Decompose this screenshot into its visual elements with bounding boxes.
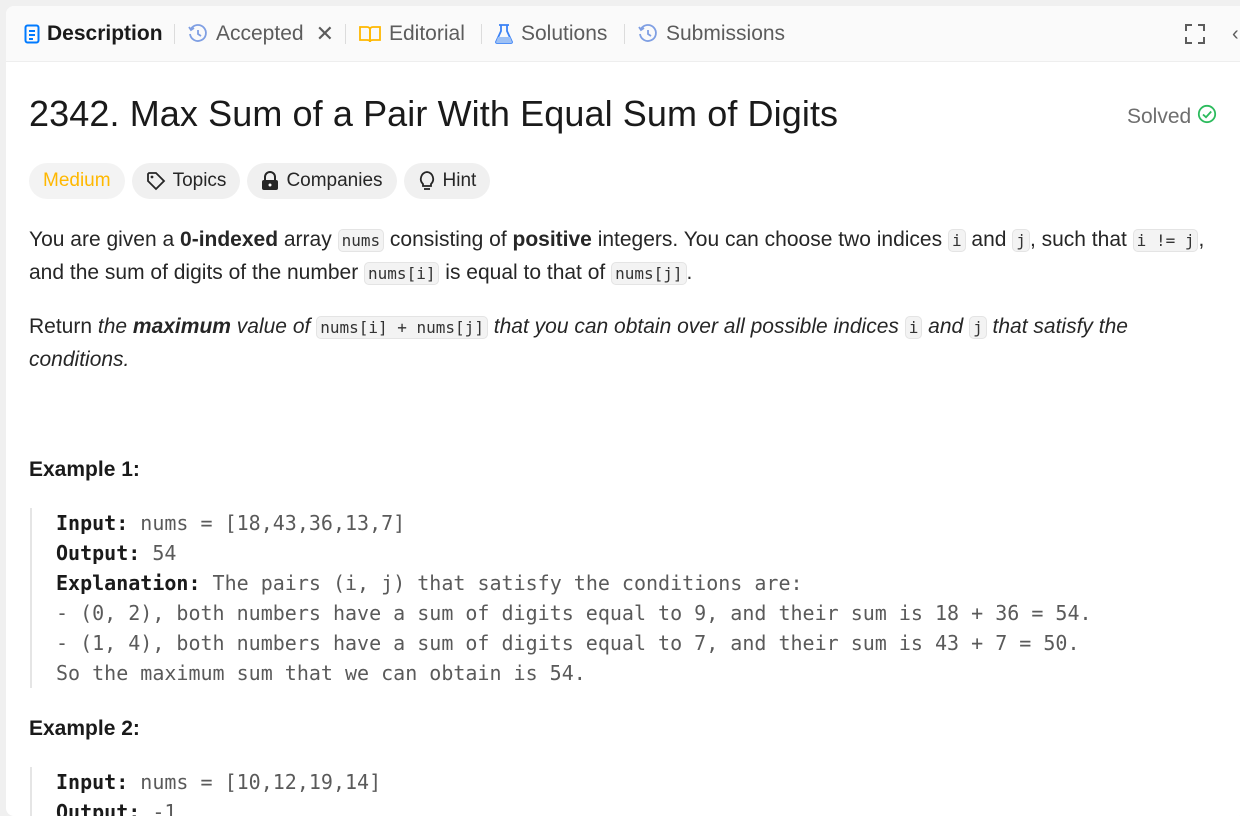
input-label: Input:	[56, 511, 129, 535]
output-value: -1	[140, 800, 177, 816]
description-paragraph-1: You are given a 0-indexed array nums con…	[29, 224, 1229, 290]
tag-icon	[146, 171, 166, 191]
italic-text: value of	[230, 315, 317, 338]
text: and	[965, 228, 1013, 251]
inline-code: i	[904, 316, 923, 339]
lock-icon	[261, 171, 279, 191]
italic-text: conditions.	[29, 348, 130, 371]
inline-code: i != j	[1132, 229, 1199, 252]
example-2-title: Example 2:	[29, 717, 140, 740]
problem-panel: Description Accepted ✕ Editorial Solutio…	[6, 6, 1240, 816]
text: .	[686, 261, 693, 284]
history-icon	[637, 23, 659, 45]
companies-button[interactable]: Companies	[247, 163, 397, 199]
topics-button[interactable]: Topics	[131, 163, 241, 199]
tab-divider	[345, 24, 346, 44]
tab-bar: Description Accepted ✕ Editorial Solutio…	[6, 6, 1240, 62]
tab-submissions-label: Submissions	[666, 21, 786, 45]
example-2-block: Input: nums = [10,12,19,14] Output: -1	[30, 767, 1240, 816]
example-1-title: Example 1:	[29, 458, 140, 481]
text: You are given a	[29, 228, 181, 251]
inline-code: i	[947, 229, 966, 252]
inline-code: nums[i] + nums[j]	[316, 316, 488, 339]
tab-divider	[174, 24, 175, 44]
close-icon[interactable]: ✕	[316, 21, 334, 47]
expand-icon[interactable]	[1184, 23, 1206, 50]
hint-label: Hint	[442, 170, 477, 191]
text: , such that	[1029, 228, 1133, 251]
tab-accepted-label: Accepted	[216, 21, 304, 45]
document-icon	[24, 24, 40, 44]
explanation-line: - (1, 4), both numbers have a sum of dig…	[56, 631, 1080, 655]
hint-button[interactable]: Hint	[403, 163, 491, 199]
inline-code: nums[i]	[364, 262, 440, 285]
italic-text: that you can obtain over all possible in…	[487, 315, 905, 338]
book-icon	[358, 24, 382, 44]
problem-title: 2342. Max Sum of a Pair With Equal Sum o…	[29, 93, 839, 134]
tab-solutions-label: Solutions	[521, 21, 608, 45]
text: integers. You can choose two indices	[591, 228, 948, 251]
text: and the sum of digits of the number	[29, 261, 365, 284]
example-1-block: Input: nums = [18,43,36,13,7] Output: 54…	[30, 508, 1240, 688]
bold-text: positive	[512, 228, 592, 251]
text: is equal to that of	[439, 261, 612, 284]
tab-divider	[624, 24, 625, 44]
italic-text: the	[97, 315, 133, 338]
text: array	[278, 228, 338, 251]
tab-editorial-label: Editorial	[389, 21, 465, 45]
bold-text: 0-indexed	[180, 228, 279, 251]
input-value: nums = [18,43,36,13,7]	[128, 511, 406, 535]
tab-description-label: Description	[47, 21, 163, 45]
check-circle-icon	[1191, 104, 1217, 130]
flask-icon	[494, 23, 514, 45]
explanation-label: Explanation:	[56, 571, 201, 595]
tab-description[interactable]: Description	[24, 6, 163, 61]
lightbulb-icon	[418, 170, 436, 192]
explanation-line: So the maximum sum that we can obtain is…	[56, 661, 586, 685]
text: ,	[1198, 228, 1205, 251]
tab-submissions[interactable]: Submissions	[637, 6, 785, 61]
companies-label: Companies	[286, 170, 383, 191]
italic-text: that satisfy the	[986, 315, 1128, 338]
text: Return	[29, 315, 98, 338]
tab-accepted[interactable]: Accepted ✕	[187, 6, 334, 61]
history-icon	[187, 23, 209, 45]
tab-divider	[481, 24, 482, 44]
explanation-text: The pairs (i, j) that satisfy the condit…	[200, 571, 803, 595]
output-value: 54	[140, 541, 177, 565]
description-paragraph-2: Return the maximum value of nums[i] + nu…	[29, 311, 1229, 376]
inline-code: j	[1012, 229, 1030, 252]
topics-label: Topics	[172, 170, 227, 191]
input-value: nums = [10,12,19,14]	[128, 770, 382, 794]
tab-editorial[interactable]: Editorial	[358, 6, 465, 61]
italic-text: and	[922, 315, 970, 338]
input-label: Input:	[56, 770, 129, 794]
output-label: Output:	[56, 541, 141, 565]
explanation-line: - (0, 2), both numbers have a sum of dig…	[56, 601, 1092, 625]
tab-solutions[interactable]: Solutions	[494, 6, 607, 61]
output-label: Output:	[56, 800, 141, 816]
bold-italic-text: maximum	[132, 315, 231, 338]
solved-status: Solved	[1127, 104, 1217, 130]
inline-code: nums	[337, 229, 385, 252]
solved-label: Solved	[1127, 105, 1192, 128]
inline-code: nums[j]	[611, 262, 687, 285]
problem-tags: Medium Topics Companies Hint	[29, 163, 491, 199]
text: consisting of	[384, 228, 513, 251]
chevron-left-icon[interactable]: ‹	[1232, 23, 1239, 46]
inline-code: j	[969, 316, 987, 339]
difficulty-badge: Medium	[29, 163, 125, 199]
